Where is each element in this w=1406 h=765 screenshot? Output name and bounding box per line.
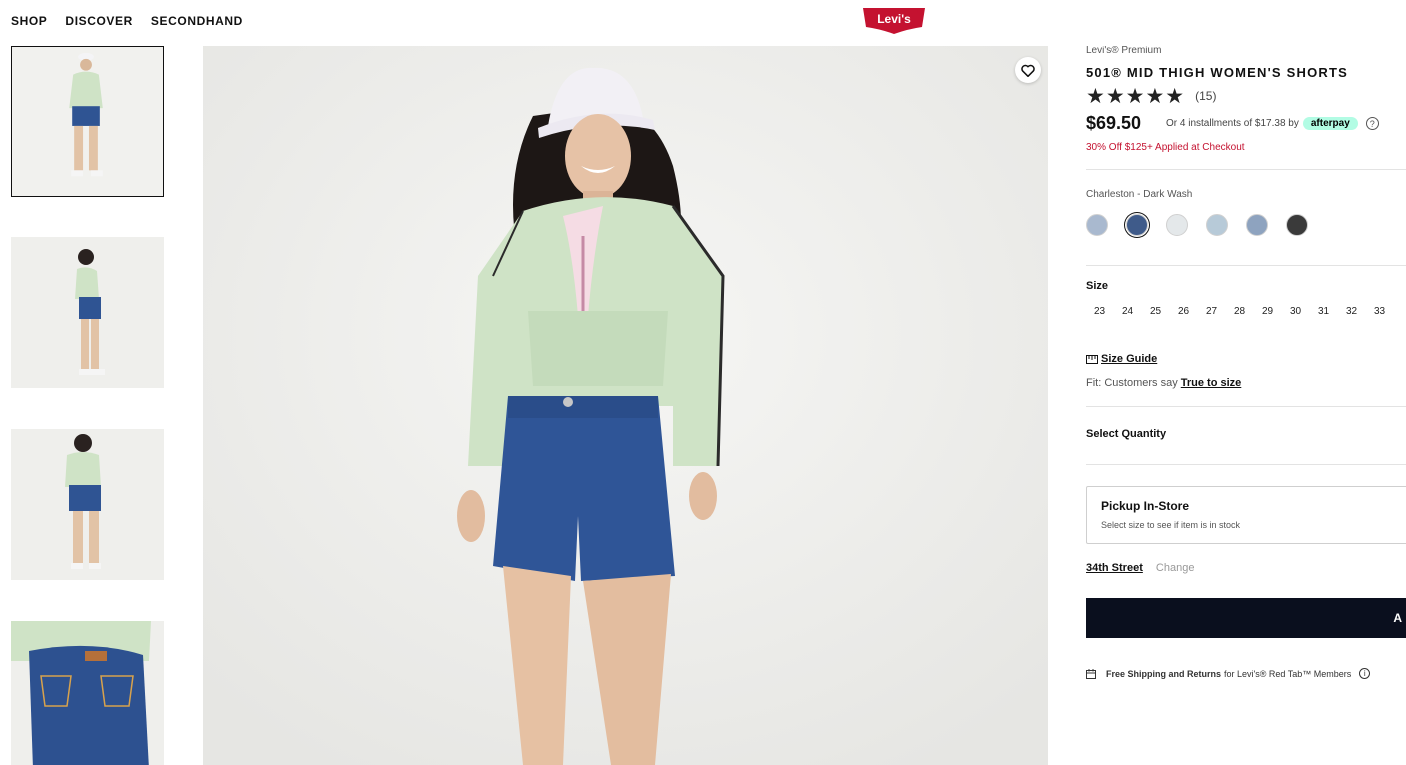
swatch-dark-wash[interactable] xyxy=(1126,214,1148,236)
model-photo xyxy=(203,46,1048,765)
divider xyxy=(1086,169,1406,170)
fit-link[interactable]: True to size xyxy=(1181,377,1242,389)
afterpay-badge: afterpay xyxy=(1302,117,1358,130)
pickup-subtitle: Select size to see if item is in stock xyxy=(1101,520,1241,530)
size-option[interactable]: 32 xyxy=(1346,306,1374,317)
size-guide-link[interactable]: Size Guide xyxy=(1101,353,1157,365)
size-label: Size xyxy=(1086,280,1109,292)
nav-links: SHOP DISCOVER SECONDHAND xyxy=(11,14,261,28)
product-title: 501® MID THIGH WOMEN'S SHORTS xyxy=(1086,65,1348,80)
select-quantity[interactable]: Select Quantity xyxy=(1086,428,1166,440)
shipping-info: Free Shipping and Returns for Levi's® Re… xyxy=(1086,668,1371,679)
installments-text: Or 4 installments of $17.38 by xyxy=(1166,118,1299,129)
promo-text: 30% Off $125+ Applied at Checkout xyxy=(1086,142,1245,153)
size-option[interactable]: 29 xyxy=(1262,306,1290,317)
heart-icon xyxy=(1021,64,1035,77)
change-store-link[interactable]: Change xyxy=(1156,562,1195,574)
logo-text: Levi's xyxy=(877,12,911,26)
size-option[interactable]: 31 xyxy=(1318,306,1346,317)
thumbnail-back-image xyxy=(11,429,164,580)
product-price: $69.50 xyxy=(1086,113,1142,133)
size-option[interactable]: 33 xyxy=(1374,306,1402,317)
size-option[interactable]: 28 xyxy=(1234,306,1262,317)
size-option[interactable]: 27 xyxy=(1206,306,1234,317)
pickup-in-store-option[interactable]: Pickup In-Store Select size to see if it… xyxy=(1086,486,1406,544)
nav-secondhand[interactable]: SECONDHAND xyxy=(151,14,243,28)
thumbnail-front-image xyxy=(12,47,163,196)
swatch-bleach[interactable] xyxy=(1206,214,1228,236)
pickup-title: Pickup In-Store xyxy=(1101,499,1190,513)
size-option[interactable]: 30 xyxy=(1290,306,1318,317)
nav-discover[interactable]: DISCOVER xyxy=(65,14,132,28)
nav-shop[interactable]: SHOP xyxy=(11,14,47,28)
size-guide[interactable]: Size Guide xyxy=(1086,353,1157,365)
brand-line: Levi's® Premium xyxy=(1086,45,1162,56)
top-nav: SHOP DISCOVER SECONDHAND Levi's xyxy=(0,0,1406,46)
levis-logo[interactable]: Levi's xyxy=(862,7,926,35)
fit-text: Customers say xyxy=(1104,377,1178,389)
rating-stars: ★★★★★ xyxy=(1086,84,1186,108)
swatch-black[interactable] xyxy=(1286,214,1308,236)
swatch-medium-wash[interactable] xyxy=(1246,214,1268,236)
wishlist-heart-button[interactable] xyxy=(1015,57,1041,83)
swatch-light-wash[interactable] xyxy=(1086,214,1108,236)
store-name-link[interactable]: 34th Street xyxy=(1086,562,1143,574)
rating-count[interactable]: (15) xyxy=(1195,89,1216,103)
rating[interactable]: ★★★★★ (15) xyxy=(1086,84,1216,108)
size-option[interactable]: 26 xyxy=(1178,306,1206,317)
installments-info: Or 4 installments of $17.38 by afterpay … xyxy=(1166,117,1379,130)
color-swatches xyxy=(1086,214,1326,236)
thumbnail-back-detail[interactable] xyxy=(11,621,164,765)
swatch-white[interactable] xyxy=(1166,214,1188,236)
thumbnail-side[interactable] xyxy=(11,237,164,388)
ruler-icon xyxy=(1086,354,1098,364)
thumbnail-front[interactable] xyxy=(11,46,164,197)
size-options: 23 24 25 26 27 28 29 30 31 32 33 xyxy=(1094,306,1402,317)
store-selector: 34th Street Change xyxy=(1086,562,1194,574)
thumbnail-back[interactable] xyxy=(11,429,164,580)
size-option[interactable]: 23 xyxy=(1094,306,1122,317)
divider xyxy=(1086,464,1406,465)
thumbnail-side-image xyxy=(11,237,164,388)
shipping-text: for Levi's® Red Tab™ Members xyxy=(1224,668,1352,679)
thumbnail-back-detail-image xyxy=(11,621,164,765)
size-option[interactable]: 24 xyxy=(1122,306,1150,317)
divider xyxy=(1086,406,1406,407)
main-product-image[interactable] xyxy=(203,46,1048,765)
color-name: Charleston - Dark Wash xyxy=(1086,189,1193,200)
calendar-icon xyxy=(1086,668,1096,679)
size-option[interactable]: 25 xyxy=(1150,306,1178,317)
divider xyxy=(1086,265,1406,266)
question-icon[interactable]: ? xyxy=(1365,117,1379,130)
add-to-bag-button[interactable]: A xyxy=(1086,598,1406,638)
fit-prefix: Fit: xyxy=(1086,377,1102,389)
shipping-bold: Free Shipping and Returns xyxy=(1106,668,1222,679)
fit-info: Fit: Customers say True to size xyxy=(1086,377,1241,389)
info-icon[interactable]: i xyxy=(1359,668,1371,679)
